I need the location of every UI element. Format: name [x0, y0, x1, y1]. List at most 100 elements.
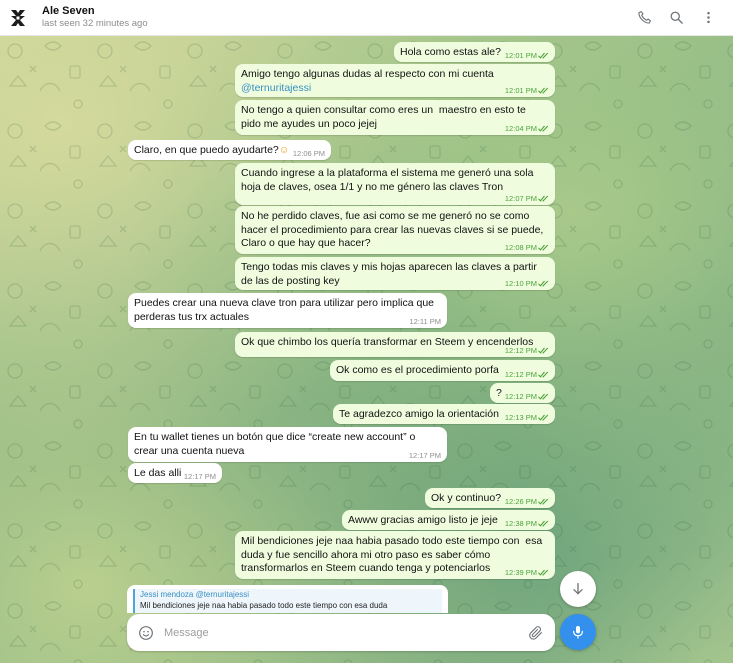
message-time: 12:12 PM [504, 346, 537, 355]
message-text: Cuando ingrese a la plataforma el sistem… [241, 167, 534, 193]
double-check-icon [538, 414, 549, 421]
message-meta: 12:11 PM [409, 317, 441, 326]
message-meta: 12:17 PM [184, 472, 216, 481]
message-bubble[interactable]: Ok y continuo? 12:26 PM [425, 488, 555, 508]
avatar[interactable] [8, 8, 28, 28]
message-bubble[interactable]: Ok que chimbo los quería transformar en … [235, 332, 555, 357]
message-bubble[interactable]: Ok como es el procedimiento porfa 12:12 … [330, 360, 555, 381]
more-vertical-icon [706, 11, 710, 24]
message-time: 12:12 PM [504, 370, 537, 379]
reply-preview[interactable]: Jessi mendoza @ternuritajessi Mil bendic… [127, 585, 448, 613]
double-check-icon [538, 125, 549, 132]
message-meta: 12:12 PM [505, 392, 549, 401]
double-check-icon [538, 347, 549, 354]
message-time: 12:04 PM [504, 124, 537, 133]
message-time: 12:13 PM [504, 413, 537, 422]
message-meta: 12:10 PM [505, 279, 549, 288]
reply-quote: Jessi mendoza @ternuritajessi Mil bendic… [133, 589, 442, 613]
chat-header: Ale Seven last seen 32 minutes ago [0, 0, 733, 36]
message-bubble[interactable]: Awww gracias amigo listo je jeje 12:38 P… [342, 510, 555, 530]
message-meta: 12:08 PM [505, 243, 549, 252]
message-text: Amigo tengo algunas dudas al respecto co… [241, 68, 494, 80]
message-meta: 12:13 PM [505, 413, 549, 422]
message-meta: 12:04 PM [505, 124, 549, 133]
double-check-icon [538, 195, 549, 202]
attach-button[interactable] [527, 624, 545, 642]
reply-author: Jessi mendoza @ternuritajessi [140, 590, 250, 599]
message-text: Mil bendiciones jeje naa habia pasado to… [241, 535, 543, 575]
double-check-icon [538, 87, 549, 94]
message-text-body: Claro, en que puedo ayudarte? [134, 144, 279, 156]
call-button[interactable] [633, 7, 655, 29]
search-icon [670, 11, 683, 24]
message-bubble[interactable]: No tengo a quien consultar como eres un … [235, 100, 555, 135]
scroll-to-bottom-button[interactable] [560, 571, 596, 607]
header-actions [623, 7, 719, 29]
team-logo-icon [11, 9, 25, 26]
message-time: 12:38 PM [504, 519, 537, 528]
message-bubble[interactable]: Le das alli 12:17 PM [128, 463, 222, 483]
double-check-icon [538, 569, 549, 576]
voice-record-button[interactable] [560, 614, 596, 650]
double-check-icon [538, 520, 549, 527]
message-bubble[interactable]: Amigo tengo algunas dudas al respecto co… [235, 64, 555, 97]
double-check-icon [538, 52, 549, 59]
message-meta: 12:06 PM [293, 149, 325, 158]
message-meta: 12:07 PM [505, 194, 549, 203]
reply-text: Mil bendiciones jeje naa habia pasado to… [140, 601, 388, 610]
chat-title-block[interactable]: Ale Seven last seen 32 minutes ago [42, 5, 148, 30]
message-time: 12:17 PM [408, 451, 441, 460]
message-meta: 12:26 PM [505, 497, 549, 506]
message-input[interactable] [164, 626, 527, 639]
more-options-button[interactable] [697, 7, 719, 29]
message-bubble[interactable]: Mil bendiciones jeje naa habia pasado to… [235, 531, 555, 579]
message-time: 12:10 PM [504, 279, 537, 288]
message-time: 12:01 PM [504, 86, 537, 95]
paperclip-icon [529, 625, 542, 640]
message-bubble[interactable]: Puedes crear una nueva clave tron para u… [128, 293, 447, 328]
message-bubble[interactable]: Te agradezco amigo la orientación 12:13 … [333, 404, 555, 424]
message-time: 12:07 PM [504, 194, 537, 203]
message-bubble[interactable]: ? 12:12 PM [490, 383, 555, 403]
last-seen-status: last seen 32 minutes ago [42, 18, 148, 29]
message-time: 12:11 PM [409, 317, 441, 326]
message-text: Puedes crear una nueva clave tron para u… [134, 297, 435, 323]
phone-icon [637, 11, 651, 24]
message-text: No he perdido claves, fue asi como se me… [241, 210, 544, 250]
message-composer [127, 614, 555, 651]
message-meta: 12:12 PM [505, 346, 549, 355]
message-text: En tu wallet tienes un botón que dice “c… [134, 431, 416, 457]
message-meta: 12:01 PM [505, 86, 549, 95]
message-time: 12:17 PM [183, 472, 216, 481]
message-bubble[interactable]: No he perdido claves, fue asi como se me… [235, 206, 555, 254]
message-time: 12:06 PM [292, 149, 325, 158]
message-time: 12:39 PM [504, 568, 537, 577]
double-check-icon [538, 280, 549, 287]
smile-icon [139, 625, 153, 640]
search-button[interactable] [665, 7, 687, 29]
message-bubble[interactable]: En tu wallet tienes un botón que dice “c… [128, 427, 447, 462]
message-bubble[interactable]: Tengo todas mis claves y mis hojas apare… [235, 257, 555, 290]
message-text: Ok que chimbo los quería transformar en … [241, 336, 534, 348]
message-meta: 12:39 PM [505, 568, 549, 577]
emoji-button[interactable] [137, 624, 155, 642]
arrow-down-icon [573, 583, 583, 595]
message-meta: 12:12 PM [505, 370, 549, 379]
chat-name: Ale Seven [42, 5, 95, 17]
message-meta: 12:38 PM [505, 519, 549, 528]
double-check-icon [538, 371, 549, 378]
message-time: 12:08 PM [504, 243, 537, 252]
message-bubble[interactable]: Hola como estas ale? 12:01 PM [394, 42, 555, 62]
double-check-icon [538, 244, 549, 251]
message-text: No tengo a quien consultar como eres un … [241, 104, 526, 130]
double-check-icon [538, 393, 549, 400]
microphone-icon [573, 626, 583, 639]
message-time: 12:01 PM [504, 51, 537, 60]
message-time: 12:26 PM [504, 497, 537, 506]
message-text: Tengo todas mis claves y mis hojas apare… [241, 261, 537, 287]
mention-link[interactable]: @ternuritajessi [241, 82, 548, 96]
message-meta: 12:01 PM [505, 51, 549, 60]
message-bubble[interactable]: Cuando ingrese a la plataforma el sistem… [235, 163, 555, 205]
message-bubble[interactable]: Claro, en que puedo ayudarte?☺ 12:06 PM [128, 140, 331, 160]
emoji-smiling: ☺ [278, 144, 290, 156]
